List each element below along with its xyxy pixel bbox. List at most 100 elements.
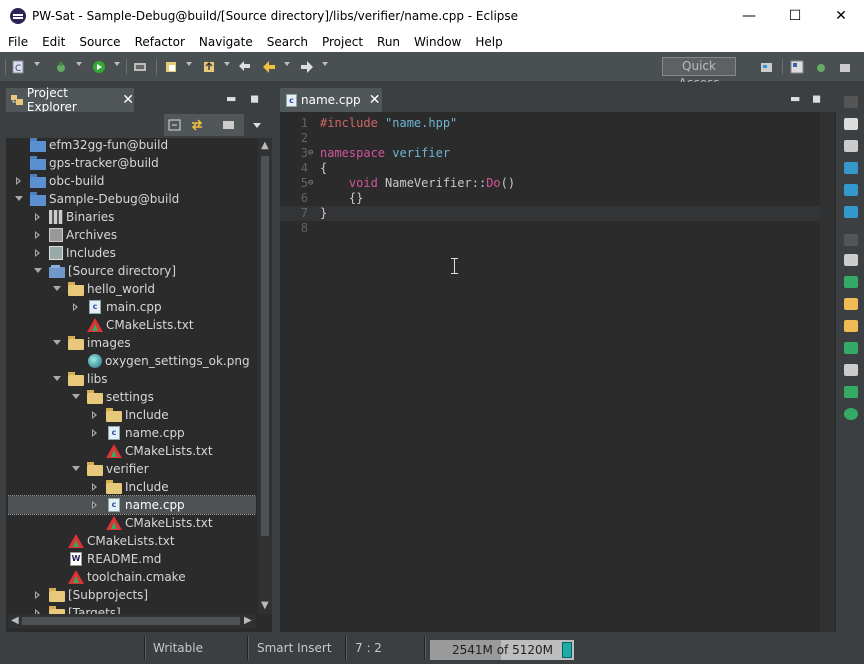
problems-icon[interactable] xyxy=(844,184,858,196)
tree-item[interactable]: CMakeLists.txt xyxy=(8,442,256,460)
tree-item[interactable]: toolchain.cmake xyxy=(8,568,256,586)
menu-edit[interactable]: Edit xyxy=(34,35,71,49)
open-resource-icon[interactable] xyxy=(200,58,218,76)
menu-refactor[interactable]: Refactor xyxy=(127,35,191,49)
scroll-thumb[interactable] xyxy=(22,617,240,625)
menu-source[interactable]: Source xyxy=(71,35,126,49)
expanded-arrow-icon[interactable] xyxy=(52,370,62,388)
cpp-perspective-icon[interactable] xyxy=(788,58,806,76)
perspective-icon[interactable] xyxy=(758,58,776,76)
debug-icon[interactable] xyxy=(52,58,70,76)
maximize-view-icon[interactable]: ◼ xyxy=(812,92,821,105)
tree-horizontal-scrollbar[interactable]: ◀ ▶ xyxy=(8,614,256,628)
tree-item[interactable]: [Subprojects] xyxy=(8,586,256,604)
build-icon[interactable] xyxy=(132,58,150,76)
properties-icon[interactable] xyxy=(844,140,858,152)
tree-item[interactable]: Sample-Debug@build xyxy=(8,190,256,208)
close-button[interactable]: ✕ xyxy=(818,0,864,32)
expanded-arrow-icon[interactable] xyxy=(52,334,62,352)
tree-item[interactable]: [Source directory] xyxy=(8,262,256,280)
collapsed-arrow-icon[interactable] xyxy=(90,496,100,514)
expanded-arrow-icon[interactable] xyxy=(71,460,81,478)
debug-perspective-icon[interactable] xyxy=(812,58,830,76)
code-line[interactable]: 3 ⊖ namespace verifier xyxy=(280,146,820,161)
tree-item[interactable]: Include xyxy=(8,406,256,424)
collapsed-arrow-icon[interactable] xyxy=(33,604,43,614)
collapsed-arrow-icon[interactable] xyxy=(33,244,43,262)
code-line[interactable]: 8 xyxy=(280,221,820,236)
collapsed-arrow-icon[interactable] xyxy=(71,298,81,316)
search-icon[interactable] xyxy=(844,298,858,310)
build-targets-icon[interactable] xyxy=(844,276,858,288)
fold-toggle-icon[interactable]: ⊖ xyxy=(308,146,313,161)
filter-icon[interactable] xyxy=(220,116,238,134)
garbage-collect-icon[interactable] xyxy=(562,642,572,658)
code-line[interactable]: 7} xyxy=(280,206,820,221)
outline-icon[interactable] xyxy=(844,118,858,130)
code-editor[interactable]: 1 #include "name.hpp" 2 3 ⊖ namespace verifie… xyxy=(280,112,820,632)
tree-item[interactable]: CMakeLists.txt xyxy=(8,514,256,532)
expanded-arrow-icon[interactable] xyxy=(52,280,62,298)
console-icon[interactable] xyxy=(844,162,858,174)
code-line[interactable]: 1 #include "name.hpp" xyxy=(280,116,820,131)
menu-help[interactable]: Help xyxy=(467,35,508,49)
code-line[interactable]: 2 xyxy=(280,131,820,146)
collapsed-arrow-icon[interactable] xyxy=(90,424,100,442)
prev-edit-icon[interactable] xyxy=(236,58,254,76)
tree-item[interactable]: gps-tracker@build xyxy=(8,154,256,172)
tab-name-cpp[interactable]: c name.cpp ✕ xyxy=(280,88,382,112)
menu-file[interactable]: File xyxy=(0,35,34,49)
maximize-button[interactable]: ☐ xyxy=(772,0,818,32)
tree-item[interactable]: efm32gg-fun@build xyxy=(8,138,256,154)
menu-window[interactable]: Window xyxy=(406,35,467,49)
new-icon[interactable]: C xyxy=(10,58,28,76)
tasks-icon[interactable] xyxy=(844,206,858,218)
tree-item[interactable]: libs xyxy=(8,370,256,388)
collapsed-arrow-icon[interactable] xyxy=(90,478,100,496)
collapsed-arrow-icon[interactable] xyxy=(14,172,24,190)
forward-icon[interactable] xyxy=(298,58,316,76)
fold-toggle-icon[interactable]: ⊖ xyxy=(308,176,313,191)
collapse-all-icon[interactable] xyxy=(166,116,184,134)
tree-item[interactable]: Binaries xyxy=(8,208,256,226)
code-line[interactable]: 4{ xyxy=(280,161,820,176)
bookmarks-icon[interactable] xyxy=(844,320,858,332)
type-hierarchy-icon[interactable] xyxy=(844,364,858,376)
tree-item[interactable]: c name.cpp xyxy=(8,424,256,442)
menu-navigate[interactable]: Navigate xyxy=(191,35,259,49)
tree-item[interactable]: verifier xyxy=(8,460,256,478)
expanded-arrow-icon[interactable] xyxy=(71,388,81,406)
tree-item[interactable]: W README.md xyxy=(8,550,256,568)
restore-icon[interactable] xyxy=(844,96,858,108)
run-icon[interactable] xyxy=(90,58,108,76)
back-icon[interactable] xyxy=(260,58,278,76)
call-hierarchy-icon[interactable] xyxy=(844,342,858,354)
tree-item[interactable]: Includes xyxy=(8,244,256,262)
progress-icon[interactable] xyxy=(844,408,858,420)
tree-item[interactable]: settings xyxy=(8,388,256,406)
include-browser-icon[interactable] xyxy=(844,386,858,398)
git-perspective-icon[interactable] xyxy=(836,58,854,76)
view-menu-icon[interactable] xyxy=(248,116,266,134)
open-type-icon[interactable] xyxy=(162,58,180,76)
minimize-view-icon[interactable]: ▬ xyxy=(790,92,800,105)
tree-item[interactable]: c name.cpp xyxy=(8,495,256,515)
tree-item[interactable]: obc-build xyxy=(8,172,256,190)
menu-run[interactable]: Run xyxy=(369,35,406,49)
tree-item[interactable]: [Targets] xyxy=(8,604,256,614)
code-line[interactable]: 6 {} xyxy=(280,191,820,206)
tree-item[interactable]: CMakeLists.txt xyxy=(8,532,256,550)
restore-icon[interactable] xyxy=(844,234,858,246)
tree-item[interactable]: hello_world xyxy=(8,280,256,298)
tree-item[interactable]: c main.cpp xyxy=(8,298,256,316)
tree-vertical-scrollbar[interactable]: ▲ ▼ xyxy=(258,138,272,614)
tree-item[interactable]: images xyxy=(8,334,256,352)
editor-vertical-scrollbar[interactable] xyxy=(820,112,834,632)
tree-item[interactable]: Include xyxy=(8,478,256,496)
link-editor-icon[interactable] xyxy=(188,116,206,134)
expanded-arrow-icon[interactable] xyxy=(33,262,43,280)
close-icon[interactable]: ✕ xyxy=(369,92,381,108)
scroll-thumb[interactable] xyxy=(261,156,269,536)
tree-item[interactable]: CMakeLists.txt xyxy=(8,316,256,334)
code-line[interactable]: 5 ⊖ void NameVerifier::Do() xyxy=(280,176,820,191)
